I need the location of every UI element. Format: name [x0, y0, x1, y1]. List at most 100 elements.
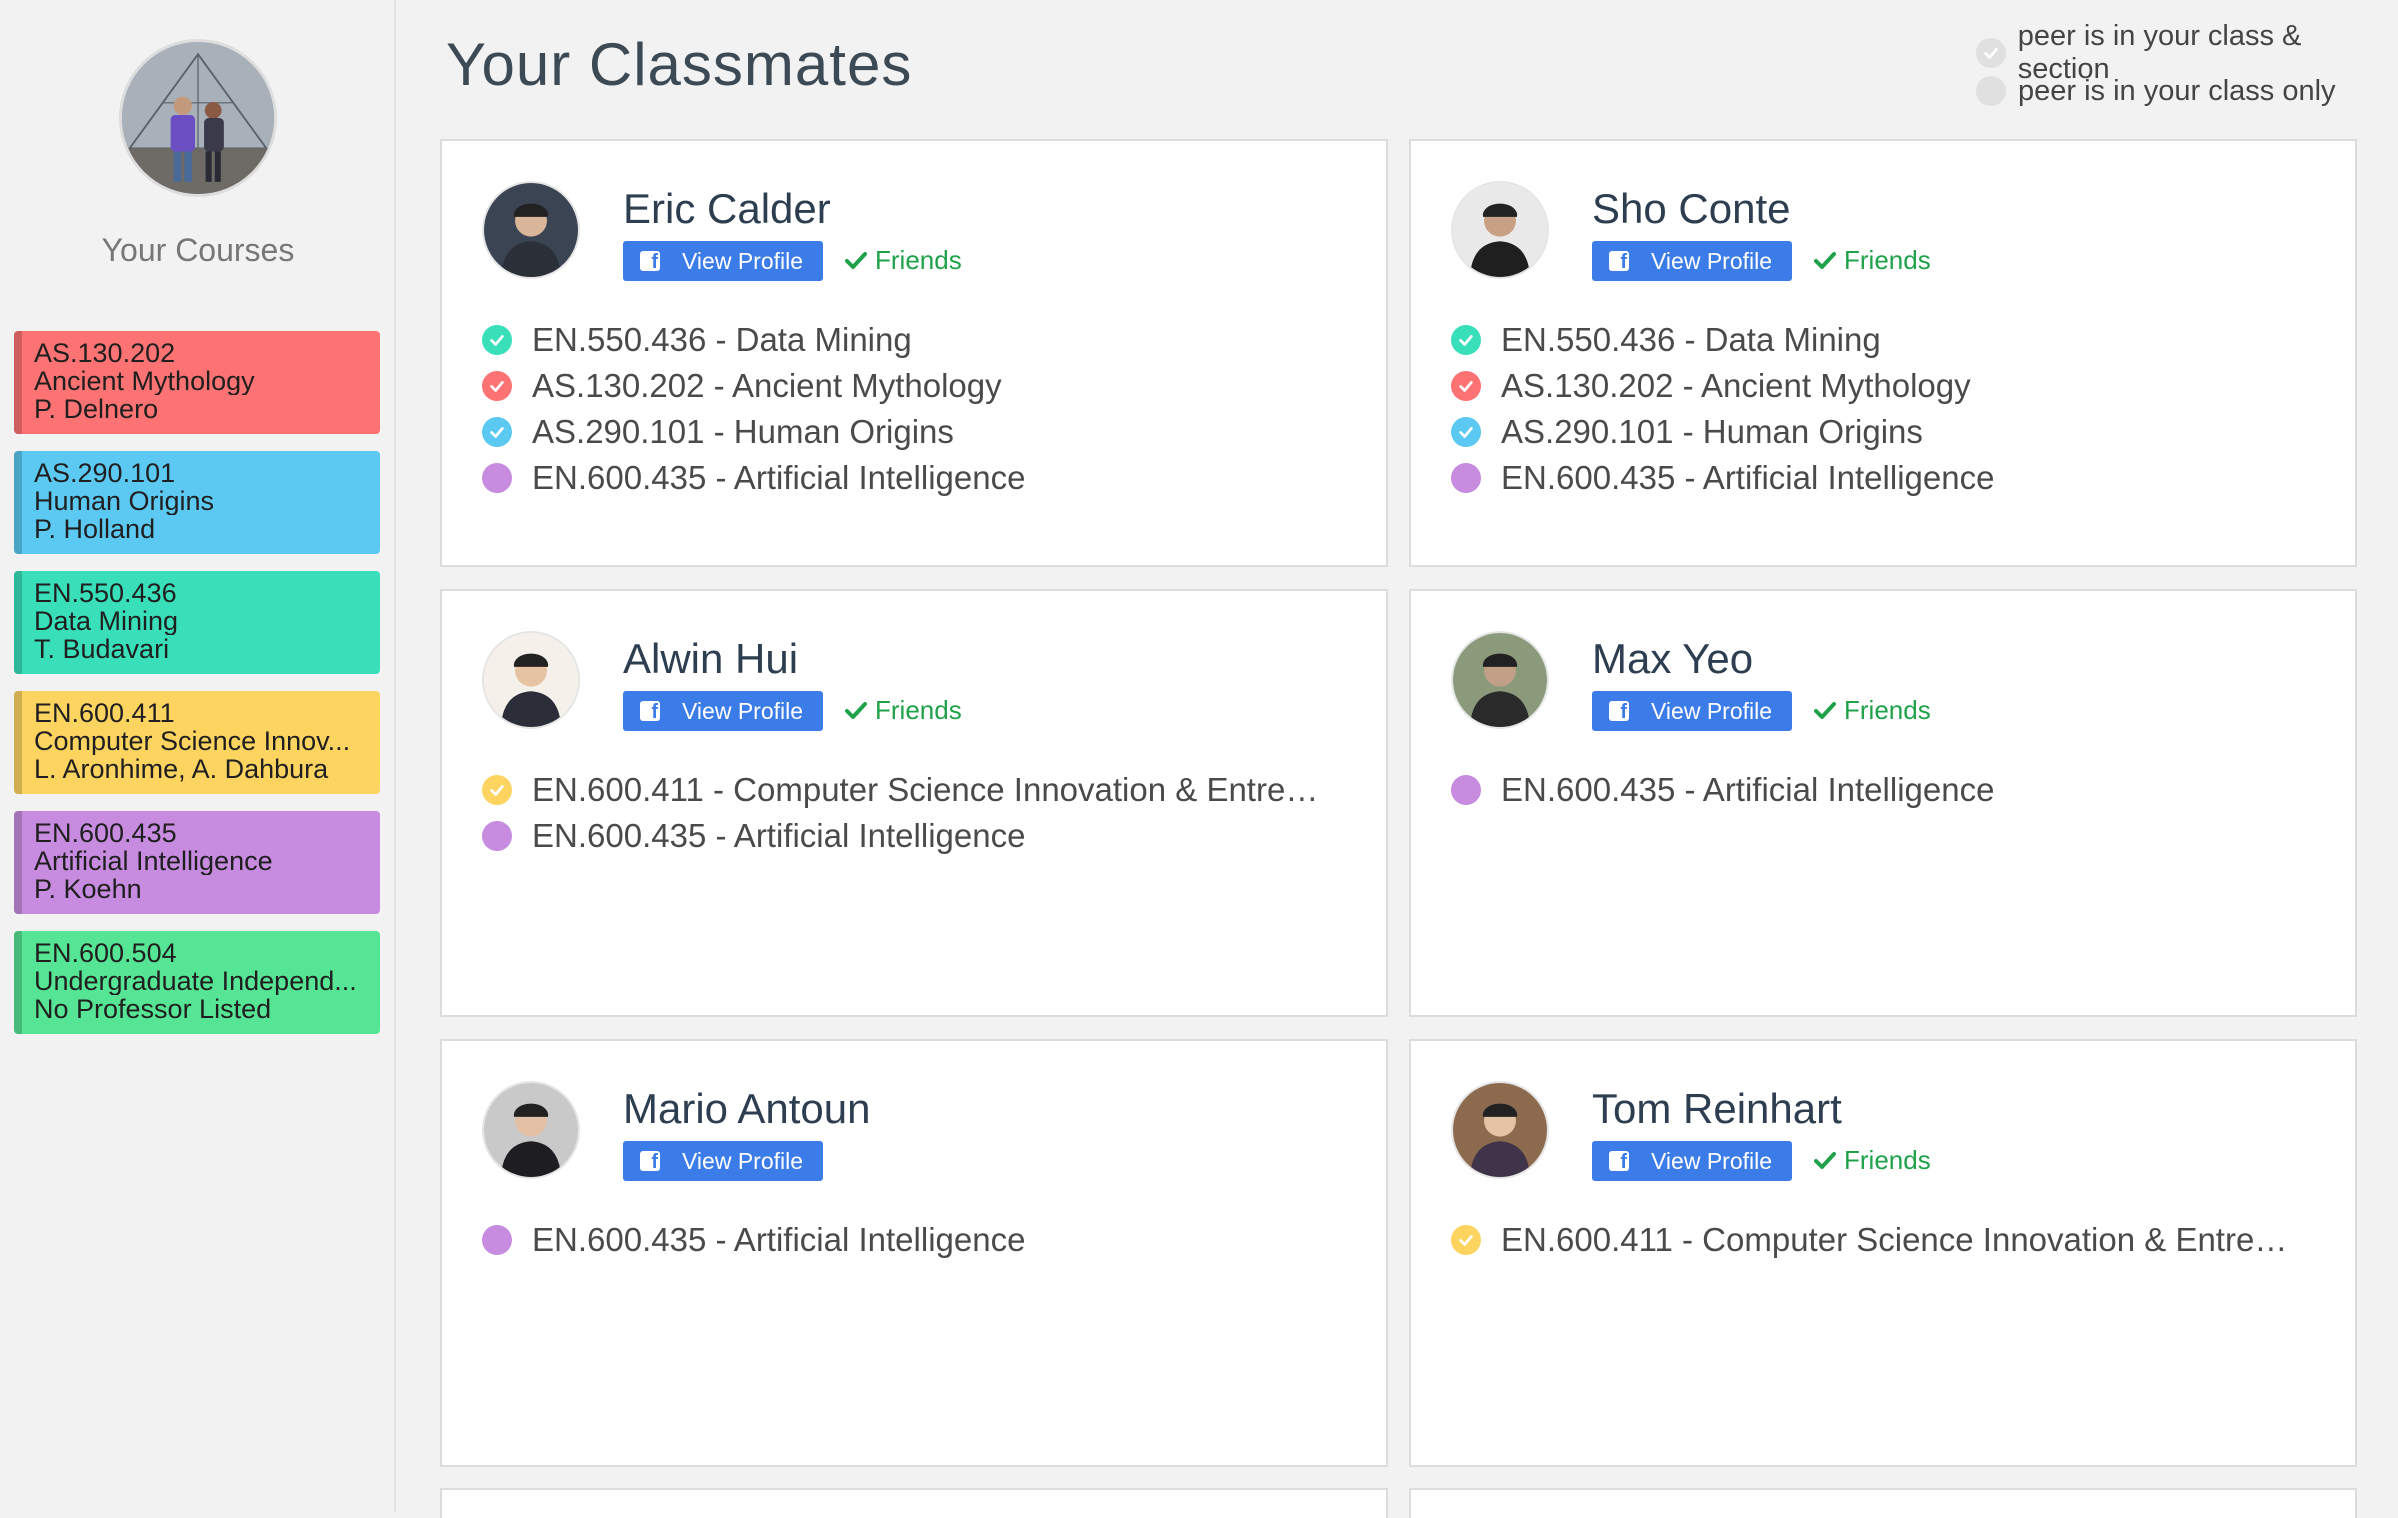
shared-course-item: EN.600.435 - Artificial Intelligence — [482, 813, 1352, 859]
friends-label: Friends — [1844, 1145, 1931, 1175]
classmate-avatar[interactable] — [1451, 1081, 1549, 1179]
circle-icon — [482, 821, 512, 851]
classmate-avatar[interactable] — [1451, 631, 1549, 729]
course-prof: No Professor Listed — [34, 995, 272, 1023]
shared-course-label: EN.550.436 - Data Mining — [532, 321, 912, 358]
legend-class-label: peer is in your class only — [2018, 74, 2336, 107]
checkmark-icon — [1814, 1151, 1836, 1169]
view-profile-label: View Profile — [1651, 697, 1773, 724]
shared-course-label: AS.130.202 - Ancient Mythology — [1501, 367, 1971, 404]
shared-course-item: EN.550.436 - Data Mining — [1451, 317, 2321, 363]
course-item[interactable]: AS.130.202 Ancient Mythology P. Delnero — [14, 331, 380, 434]
facebook-icon: f — [1609, 251, 1629, 271]
view-profile-label: View Profile — [1651, 247, 1773, 274]
legend: peer is in your class & section peer is … — [1976, 20, 2398, 110]
shared-course-item: EN.550.436 - Data Mining — [482, 317, 1352, 363]
friends-badge: Friends — [1814, 695, 1931, 726]
check-circle-icon — [482, 325, 512, 355]
course-item[interactable]: EN.600.435 Artificial Intelligence P. Koeh… — [14, 811, 380, 914]
friends-badge: Friends — [845, 695, 962, 726]
shared-course-label: EN.600.411 - Computer Science Innovation… — [1501, 1221, 2291, 1258]
shared-course-item: AS.290.101 - Human Origins — [1451, 409, 2321, 455]
classmate-card: Sho Conte f View Profile Friends EN.550.436 … — [1409, 139, 2357, 567]
shared-courses: EN.600.435 - Artificial Intelligence — [1451, 767, 2321, 813]
user-avatar[interactable] — [119, 39, 277, 197]
friends-badge: Friends — [1814, 1145, 1931, 1176]
classmate-card: Max Yeo f View Profile Friends EN.600.435 - … — [1409, 589, 2357, 1017]
check-circle-icon — [1976, 38, 2006, 68]
friends-badge: Friends — [1814, 245, 1931, 276]
course-name: Data Mining — [34, 607, 179, 635]
friends-label: Friends — [1844, 245, 1931, 275]
classmate-name: Tom Reinhart — [1592, 1085, 1842, 1132]
circle-icon — [1451, 463, 1481, 493]
friends-badge: Friends — [845, 245, 962, 276]
classmate-avatar[interactable] — [482, 1081, 580, 1179]
shared-courses: EN.600.411 - Computer Science Innovation… — [1451, 1217, 2321, 1263]
shared-course-item: AS.130.202 - Ancient Mythology — [1451, 363, 2321, 409]
course-code: AS.290.101 — [34, 459, 176, 487]
view-profile-label: View Profile — [1651, 1147, 1773, 1174]
your-courses-heading: Your Courses — [101, 232, 295, 268]
facebook-icon: f — [1609, 701, 1629, 721]
sidebar: Your Courses AS.130.202 Ancient Mythology… — [0, 0, 396, 1512]
shared-courses: EN.550.436 - Data Mining AS.130.202 - Anc… — [482, 317, 1352, 501]
classmate-avatar[interactable] — [482, 631, 580, 729]
shared-course-label: EN.550.436 - Data Mining — [1501, 321, 1881, 358]
shared-course-item: AS.130.202 - Ancient Mythology — [482, 363, 1352, 409]
circle-icon — [1976, 76, 2006, 106]
classmate-name: Max Yeo — [1592, 635, 1754, 682]
course-code: EN.600.411 — [34, 699, 175, 727]
view-profile-button[interactable]: f View Profile — [623, 691, 823, 731]
classmate-avatar[interactable] — [1451, 181, 1549, 279]
course-prof: L. Aronhime, A. Dahbura — [34, 755, 329, 783]
view-profile-button[interactable]: f View Profile — [1592, 691, 1792, 731]
friends-label: Friends — [875, 245, 962, 275]
classmate-card: Eric Calder f View Profile Friends EN.550.43… — [440, 139, 1388, 567]
classmate-avatar[interactable] — [482, 181, 580, 279]
checkmark-icon — [845, 251, 867, 269]
circle-icon — [482, 463, 512, 493]
friends-label: Friends — [875, 695, 962, 725]
course-name: Ancient Mythology — [34, 367, 255, 395]
check-circle-icon — [482, 775, 512, 805]
checkmark-icon — [845, 701, 867, 719]
course-item[interactable]: AS.290.101 Human Origins P. Holland — [14, 451, 380, 554]
shared-course-label: EN.600.435 - Artificial Intelligence — [532, 817, 1026, 854]
check-circle-icon — [1451, 417, 1481, 447]
classmate-card-partial — [1409, 1488, 2357, 1518]
classmate-card: Tom Reinhart f View Profile Friends EN.600.4… — [1409, 1039, 2357, 1467]
view-profile-label: View Profile — [682, 1147, 804, 1174]
shared-course-item: EN.600.435 - Artificial Intelligence — [482, 1217, 1352, 1263]
circle-icon — [482, 1225, 512, 1255]
course-item[interactable]: EN.600.411 Computer Science Innov... L. Ar… — [14, 691, 380, 794]
classmate-card-partial — [440, 1488, 1388, 1518]
shared-courses: EN.600.411 - Computer Science Innovation… — [482, 767, 1352, 859]
course-code: EN.600.435 — [34, 819, 177, 847]
view-profile-button[interactable]: f View Profile — [1592, 1141, 1792, 1181]
facebook-icon: f — [640, 701, 660, 721]
shared-course-label: EN.600.435 - Artificial Intelligence — [532, 459, 1026, 496]
course-name: Human Origins — [34, 487, 215, 515]
shared-course-label: AS.290.101 - Human Origins — [1501, 413, 1923, 450]
course-code: EN.550.436 — [34, 579, 177, 607]
view-profile-button[interactable]: f View Profile — [623, 241, 823, 281]
course-name: Undergraduate Independ... — [34, 967, 357, 995]
view-profile-label: View Profile — [682, 247, 804, 274]
circle-icon — [1451, 775, 1481, 805]
shared-course-label: EN.600.435 - Artificial Intelligence — [1501, 771, 1995, 808]
shared-course-item: EN.600.411 - Computer Science Innovation… — [482, 767, 1352, 813]
course-item[interactable]: EN.600.504 Undergraduate Independ... No Pr… — [14, 931, 380, 1034]
shared-course-item: EN.600.435 - Artificial Intelligence — [1451, 455, 2321, 501]
view-profile-button[interactable]: f View Profile — [623, 1141, 823, 1181]
check-circle-icon — [482, 417, 512, 447]
legend-row-class: peer is in your class only — [1976, 72, 2398, 110]
course-prof: P. Koehn — [34, 875, 142, 903]
classmate-name: Sho Conte — [1592, 185, 1791, 232]
facebook-icon: f — [640, 1151, 660, 1171]
course-prof: T. Budavari — [34, 635, 170, 663]
view-profile-label: View Profile — [682, 697, 804, 724]
view-profile-button[interactable]: f View Profile — [1592, 241, 1792, 281]
shared-course-item: EN.600.435 - Artificial Intelligence — [482, 455, 1352, 501]
course-item[interactable]: EN.550.436 Data Mining T. Budavari — [14, 571, 380, 674]
